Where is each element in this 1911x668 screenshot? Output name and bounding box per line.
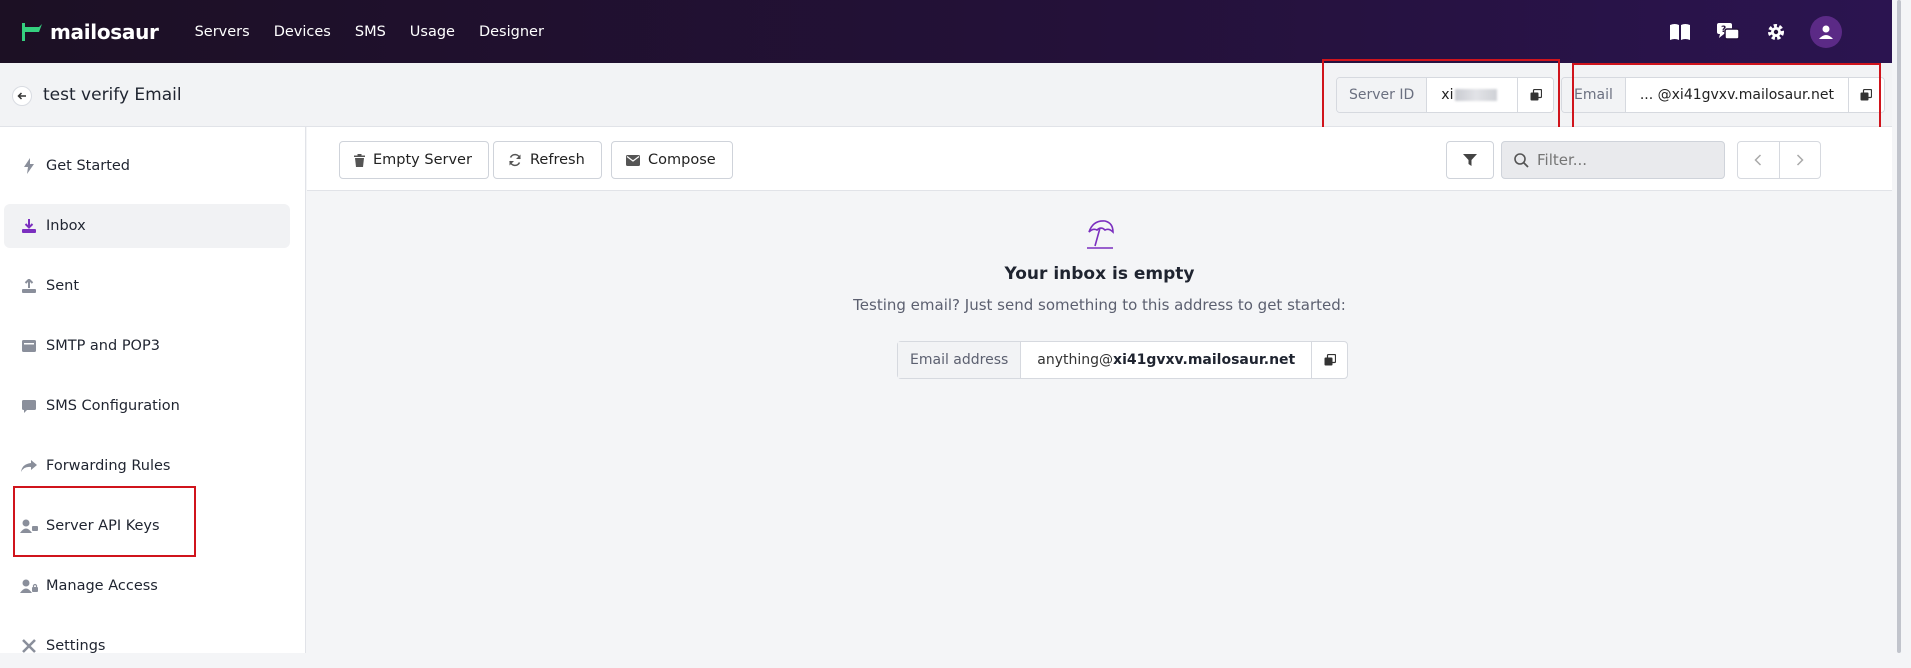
mailosaur-logo-icon — [22, 22, 42, 41]
sidebar-item-manage-access[interactable]: Manage Access — [4, 564, 290, 608]
copy-email-address-button[interactable] — [1311, 342, 1347, 378]
brand-name: mailosaur — [50, 19, 159, 44]
bolt-icon — [18, 158, 40, 174]
previous-page-button[interactable] — [1738, 142, 1779, 178]
nav-servers[interactable]: Servers — [195, 24, 250, 40]
forward-icon — [18, 460, 40, 472]
nav-usage[interactable]: Usage — [410, 24, 455, 40]
svg-text:?: ? — [1721, 25, 1726, 35]
chevron-right-icon — [1796, 154, 1804, 166]
email-address-group: Email address anything@ xi41gvxv.mailosau… — [897, 341, 1349, 379]
filter-input[interactable] — [1537, 151, 1707, 169]
empty-inbox-state: Your inbox is empty Testing email? Just … — [307, 218, 1892, 314]
top-navbar: mailosaur Servers Devices SMS Usage Desi… — [0, 0, 1892, 63]
server-header: test verify Email Server ID xi Email ...… — [0, 59, 1892, 131]
filter-button[interactable] — [1446, 141, 1494, 179]
nav-right-icons: ? — [1644, 16, 1842, 48]
sidebar-item-smtp-pop3[interactable]: SMTP and POP3 — [4, 324, 290, 368]
sidebar-item-forwarding-rules[interactable]: Forwarding Rules — [4, 444, 290, 488]
email-address-label: Email address — [898, 342, 1022, 378]
nav-designer[interactable]: Designer — [479, 24, 544, 40]
email-address-value: anything@ xi41gvxv.mailosaur.net — [1037, 352, 1296, 368]
back-button[interactable] — [12, 86, 32, 106]
nav-devices[interactable]: Devices — [274, 24, 331, 40]
server-icon — [18, 340, 40, 352]
sidebar-item-sent[interactable]: Sent — [4, 264, 290, 308]
main-content: Empty Server Refresh Compose Your inbox … — [307, 127, 1892, 653]
envelope-icon — [626, 154, 640, 166]
highlight-box-api-keys — [13, 486, 196, 557]
empty-title: Your inbox is empty — [1004, 264, 1195, 284]
sidebar-item-inbox[interactable]: Inbox — [4, 204, 290, 248]
sidebar-item-settings[interactable]: Settings — [4, 624, 290, 668]
inbox-download-icon — [18, 219, 40, 233]
highlight-box-email — [1572, 63, 1881, 129]
sidebar-item-sms-configuration[interactable]: SMS Configuration — [4, 384, 290, 428]
sidebar: Get Started Inbox Sent SMTP and POP3 SMS… — [0, 127, 306, 654]
message-toolbar: Empty Server Refresh Compose — [307, 127, 1892, 191]
user-avatar-icon[interactable] — [1810, 16, 1842, 48]
refresh-icon — [508, 153, 522, 167]
brand-logo[interactable]: mailosaur — [20, 20, 159, 44]
refresh-button[interactable]: Refresh — [493, 141, 602, 179]
page-title: test verify Email — [43, 85, 182, 105]
chat-bubble-icon — [18, 399, 40, 413]
help-chat-icon[interactable]: ? — [1716, 20, 1740, 44]
highlight-box-server-id — [1322, 59, 1560, 131]
page-scrollbar[interactable] — [1892, 0, 1911, 653]
pagination — [1737, 141, 1821, 179]
sidebar-item-get-started[interactable]: Get Started — [4, 144, 290, 188]
compose-button[interactable]: Compose — [611, 141, 733, 179]
main-nav: Servers Devices SMS Usage Designer — [195, 24, 568, 40]
beach-umbrella-icon — [307, 218, 1892, 254]
trash-icon — [354, 153, 365, 167]
empty-subtitle: Testing email? Just send something to th… — [853, 296, 1346, 314]
book-icon[interactable] — [1668, 20, 1692, 44]
nav-sms[interactable]: SMS — [355, 24, 386, 40]
chevron-left-icon — [1754, 154, 1762, 166]
funnel-icon — [1463, 154, 1477, 166]
copy-icon — [1324, 354, 1336, 366]
next-page-button[interactable] — [1778, 142, 1820, 178]
filter-search — [1501, 141, 1725, 179]
arrow-left-icon — [17, 92, 26, 100]
user-lock-icon — [18, 579, 40, 593]
upload-icon — [18, 279, 40, 293]
empty-server-button[interactable]: Empty Server — [339, 141, 489, 179]
gear-icon[interactable] — [1764, 20, 1788, 44]
search-icon — [1514, 152, 1529, 168]
tools-icon — [18, 639, 40, 653]
